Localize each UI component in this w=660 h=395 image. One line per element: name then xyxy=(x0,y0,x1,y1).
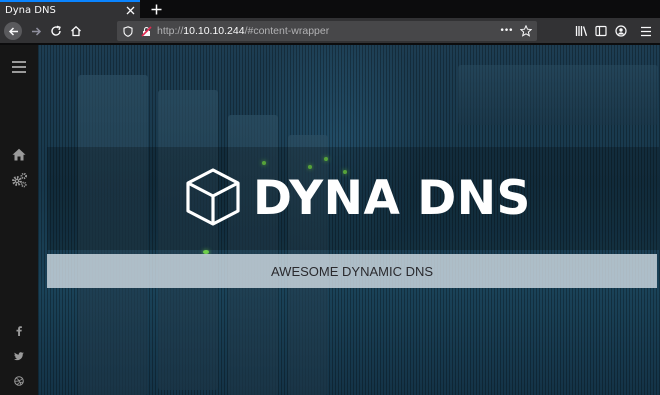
sidebar-icon xyxy=(595,25,607,37)
nav-toolbar: http://10.10.10.244/#content-wrapper ••• xyxy=(0,18,660,44)
app-menu-button[interactable] xyxy=(637,22,655,40)
menu-toggle-button[interactable] xyxy=(0,59,38,75)
url-path: /#content-wrapper xyxy=(244,25,330,37)
dribbble-link[interactable] xyxy=(0,375,38,387)
site-sidebar xyxy=(0,45,38,395)
tab-strip: Dyna DNS xyxy=(0,0,660,18)
bg-ceiling-light xyxy=(458,65,658,125)
url-protocol: http:// xyxy=(157,25,184,37)
home-button[interactable] xyxy=(67,22,85,40)
url-bar[interactable]: http://10.10.10.244/#content-wrapper ••• xyxy=(117,21,537,41)
insecure-lock-icon[interactable] xyxy=(139,24,153,38)
plus-icon xyxy=(151,4,161,14)
back-arrow-icon xyxy=(4,22,22,40)
cube-icon xyxy=(186,168,240,226)
twitter-icon xyxy=(14,351,24,360)
forward-arrow-icon xyxy=(31,26,41,36)
bookmark-star-icon[interactable] xyxy=(519,24,533,38)
page-actions-icon[interactable]: ••• xyxy=(496,24,516,38)
url-host: 10.10.10.244 xyxy=(183,25,245,37)
cogs-icon xyxy=(11,172,27,188)
reload-icon xyxy=(51,25,61,36)
hamburger-icon xyxy=(641,26,651,36)
url-text[interactable]: http://10.10.10.244/#content-wrapper xyxy=(157,25,329,37)
browser-tab[interactable]: Dyna DNS xyxy=(0,0,140,18)
account-icon xyxy=(615,25,627,37)
account-button[interactable] xyxy=(612,22,630,40)
site-tagline: AWESOME DYNAMIC DNS xyxy=(270,263,434,279)
back-button[interactable] xyxy=(4,22,22,40)
tagline-bar: AWESOME DYNAMIC DNS xyxy=(47,254,657,288)
tab-title: Dyna DNS xyxy=(5,4,56,16)
web-page: DYNA DNS AWESOME DYNAMIC DNS xyxy=(0,45,660,395)
library-icon xyxy=(575,26,587,36)
site-brand-title: DYNA DNS xyxy=(253,171,531,226)
close-tab-icon[interactable] xyxy=(123,3,137,17)
home-icon xyxy=(71,25,81,37)
sidebar-toggle-button[interactable] xyxy=(592,22,610,40)
forward-button[interactable] xyxy=(27,22,45,40)
reload-button[interactable] xyxy=(47,22,65,40)
new-tab-button[interactable] xyxy=(148,1,164,17)
hamburger-menu-icon xyxy=(12,61,26,73)
sidebar-item-settings[interactable] xyxy=(0,171,38,189)
dribbble-icon xyxy=(14,376,24,386)
home-icon xyxy=(12,148,26,160)
shield-icon[interactable] xyxy=(121,24,135,38)
facebook-icon xyxy=(16,326,22,336)
library-button[interactable] xyxy=(572,22,590,40)
facebook-link[interactable] xyxy=(0,325,38,337)
sidebar-item-home[interactable] xyxy=(0,146,38,162)
twitter-link[interactable] xyxy=(0,350,38,362)
